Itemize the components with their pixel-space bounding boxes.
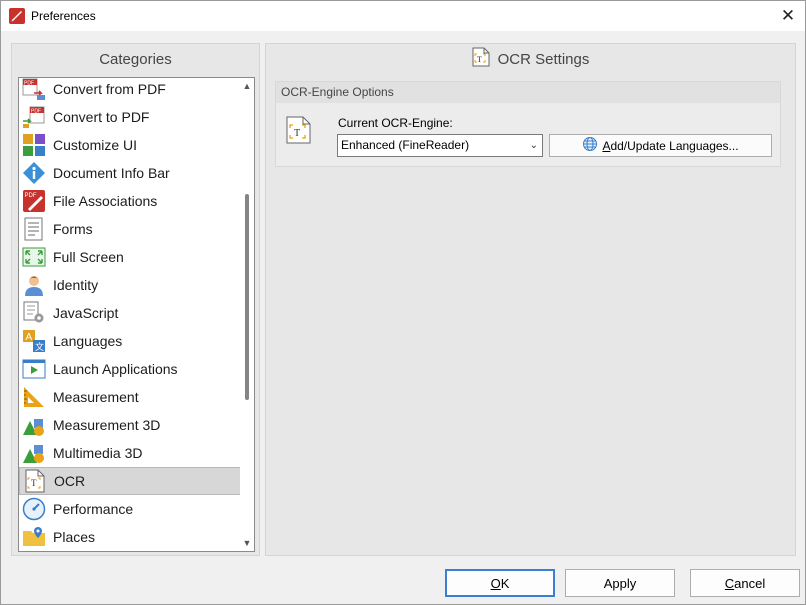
category-item-label: Convert to PDF (53, 109, 150, 125)
dialog-button-bar: OK Apply Cancel (1, 561, 805, 604)
category-item-document-info-bar[interactable]: Document Info Bar (19, 159, 241, 187)
categories-panel: Categories PDF Convert from PDF PDF Convert… (11, 43, 260, 556)
category-item-javascript[interactable]: JavaScript (19, 299, 241, 327)
svg-text:T: T (294, 128, 300, 139)
full-screen-icon (22, 245, 46, 269)
svg-text:PDF: PDF (31, 109, 41, 115)
add-update-languages-button[interactable]: Add/Update Languages... (549, 134, 772, 157)
places-icon (22, 525, 46, 549)
svg-text:T: T (477, 55, 482, 64)
ok-button[interactable]: OK (445, 569, 555, 597)
category-item-measurement[interactable]: Measurement (19, 383, 241, 411)
category-item-measurement-3d[interactable]: Measurement 3D (19, 411, 241, 439)
svg-text:T: T (31, 478, 37, 488)
category-item-convert-to-pdf[interactable]: PDF Convert to PDF (19, 103, 241, 131)
close-icon[interactable]: ✕ (781, 6, 795, 26)
group-title: OCR-Engine Options (276, 82, 780, 103)
category-item-full-screen[interactable]: Full Screen (19, 243, 241, 271)
add-update-languages-label: Add/Update Languages... (602, 138, 739, 153)
category-item-convert-from-pdf[interactable]: PDF Convert from PDF (19, 78, 241, 103)
category-item-label: JavaScript (53, 305, 119, 321)
category-item-launch-applications[interactable]: Launch Applications (19, 355, 241, 383)
measurement-3d-icon (22, 413, 46, 437)
category-item-label: Performance (53, 501, 134, 517)
category-item-identity[interactable]: Identity (19, 271, 241, 299)
category-item-label: Places (53, 529, 96, 545)
category-item-label: Measurement (53, 389, 139, 405)
svg-text:A: A (26, 332, 33, 343)
category-item-label: Launch Applications (53, 361, 178, 377)
window-title: Preferences (31, 9, 96, 23)
languages-icon: A文 (22, 329, 46, 353)
category-item-label: Customize UI (53, 137, 138, 153)
performance-icon (22, 497, 46, 521)
category-item-label: File Associations (53, 193, 158, 209)
categories-header: Categories (99, 50, 172, 68)
scroll-down-arrow-icon[interactable]: ▼ (240, 536, 254, 550)
customize-ui-icon (22, 133, 46, 157)
ocr-engine-options-group: OCR-Engine Options T Current OCR-Engine:… (275, 81, 781, 167)
svg-text:文: 文 (35, 341, 44, 353)
chevron-down-icon: ⌄ (529, 140, 538, 151)
category-item-ocr[interactable]: T OCR (19, 467, 241, 495)
identity-icon (22, 273, 46, 297)
settings-title: OCR Settings (497, 50, 590, 68)
svg-text:PDF: PDF (24, 81, 34, 87)
category-item-label: Convert from PDF (53, 81, 166, 97)
category-item-label: OCR (54, 473, 86, 489)
settings-header: T OCR Settings (266, 44, 795, 74)
category-item-label: Multimedia 3D (53, 445, 143, 461)
categories-list[interactable]: PDF Convert from PDF PDF Convert to PDF Cust… (18, 77, 255, 552)
category-item-label: Languages (53, 333, 123, 349)
category-item-performance[interactable]: Performance (19, 495, 241, 523)
svg-text:PDF: PDF (25, 193, 37, 199)
measurement-icon (22, 385, 46, 409)
ocr-icon: T (23, 469, 47, 493)
category-item-places[interactable]: Places (19, 523, 241, 551)
ocr-engine-value: Enhanced (FineReader) (341, 138, 470, 152)
globe-icon (582, 136, 598, 155)
category-item-label: Identity (53, 277, 99, 293)
info-icon (22, 161, 46, 185)
launch-applications-icon (22, 357, 46, 381)
category-item-label: Document Info Bar (53, 165, 170, 181)
scroll-thumb[interactable] (245, 194, 249, 400)
ocr-engine-icon: T (286, 116, 312, 144)
close-button[interactable]: ✕ (771, 1, 805, 31)
category-item-multimedia-3d[interactable]: Multimedia 3D (19, 439, 241, 467)
category-item-label: Forms (53, 221, 93, 237)
javascript-icon (22, 301, 46, 325)
convert-to-pdf-icon: PDF (22, 105, 46, 129)
ocr-settings-icon: T (472, 47, 490, 71)
category-item-file-associations[interactable]: PDF File Associations (19, 187, 241, 215)
app-icon (9, 8, 25, 24)
multimedia-3d-icon (22, 441, 46, 465)
forms-icon (22, 217, 46, 241)
preferences-dialog: Preferences ✕ Categories PDF Convert from… (0, 0, 806, 605)
ocr-engine-label: Current OCR-Engine: (338, 116, 453, 130)
categories-scrollbar[interactable]: ▲ ▼ (240, 78, 254, 551)
category-item-forms[interactable]: Forms (19, 215, 241, 243)
category-item-customize-ui[interactable]: Customize UI (19, 131, 241, 159)
cancel-button[interactable]: Cancel (690, 569, 800, 597)
ocr-engine-select[interactable]: Enhanced (FineReader) ⌄ (337, 134, 543, 157)
category-item-label: Full Screen (53, 249, 124, 265)
file-associations-icon: PDF (22, 189, 46, 213)
apply-button[interactable]: Apply (565, 569, 675, 597)
settings-panel: T OCR Settings OCR-Engine Options T Curr… (265, 43, 796, 556)
category-item-label: Measurement 3D (53, 417, 161, 433)
category-item-languages[interactable]: A 文 Languages (19, 327, 241, 355)
convert-from-pdf-icon: PDF (22, 78, 46, 101)
title-bar: Preferences ✕ (1, 1, 805, 31)
scroll-up-arrow-icon[interactable]: ▲ (240, 79, 254, 93)
